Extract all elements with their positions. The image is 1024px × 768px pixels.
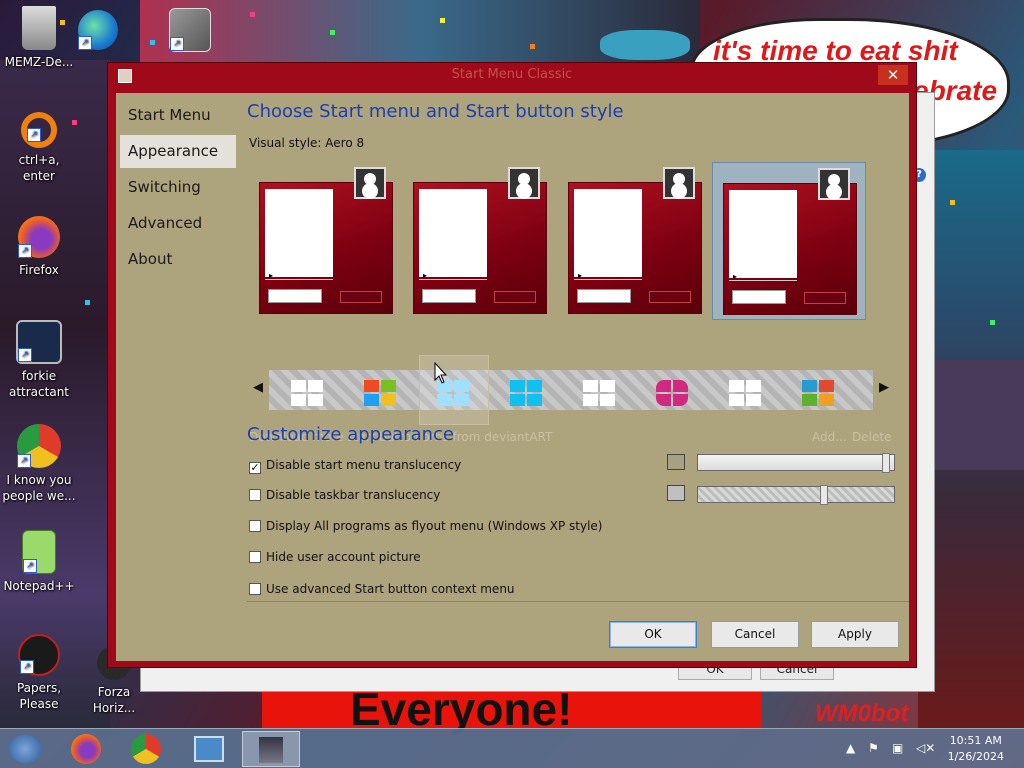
start-menu-color-swatch[interactable]	[667, 454, 685, 470]
desktop-icon-ctrl-a[interactable]: ↗ ctrl+a, enter	[2, 112, 76, 184]
style-heading: Choose Start menu and Start button style	[247, 101, 624, 122]
option-advanced-context-menu[interactable]: Use advanced Start button context menu	[249, 582, 515, 596]
taskbar-start-menu-settings[interactable]	[242, 731, 300, 767]
orb-win8-cyan-icon[interactable]	[510, 380, 544, 408]
start-menu-preview: ▸	[723, 168, 857, 315]
visual-style-row: Visual style: Aero 8	[249, 136, 365, 150]
option-flyout-all-programs[interactable]: Display All programs as flyout menu (Win…	[249, 519, 602, 533]
chrome-icon	[131, 734, 161, 764]
desktop-icon-edge[interactable]: ↗	[78, 10, 118, 54]
desktop-icon-chrome[interactable]: ↗ I know you people we...	[2, 424, 76, 504]
cancel-button[interactable]: Cancel	[711, 621, 799, 648]
taskbar-firefox[interactable]	[64, 731, 108, 767]
checkbox[interactable]	[249, 520, 261, 532]
nav-start-menu[interactable]: Start Menu	[120, 99, 236, 132]
orb-pink-icon[interactable]	[656, 380, 690, 408]
orb-win-color-icon[interactable]	[364, 380, 398, 408]
tray-expand-icon[interactable]: ▲	[846, 741, 855, 755]
checkbox[interactable]	[249, 551, 261, 563]
settings-nav: Start Menu Appearance Switching Advanced…	[120, 99, 236, 279]
desktop-icon-firefox[interactable]: ↗ Firefox	[2, 216, 76, 278]
orb-win-color2-icon[interactable]	[802, 380, 836, 408]
desktop-icon-notepadpp[interactable]: ↗ Notepad++	[2, 530, 76, 594]
start-menu-opacity-slider[interactable]	[697, 453, 895, 473]
option-disable-taskbar-translucency[interactable]: Disable taskbar translucency	[249, 488, 440, 502]
taskbar-clock[interactable]: 10:51 AM 1/26/2024	[948, 733, 1004, 765]
scroll-left-icon[interactable]: ◀	[253, 380, 263, 395]
desktop-icon-papers-please[interactable]: ↗ Papers, Please	[2, 634, 76, 712]
user-picture-icon	[354, 167, 386, 199]
checkbox[interactable]	[249, 489, 261, 501]
edge-icon: ↗	[78, 10, 118, 50]
start-button-strip	[269, 355, 873, 425]
checkbox[interactable]	[249, 583, 261, 595]
user-picture-icon	[508, 167, 540, 199]
user-picture-icon	[818, 168, 850, 200]
dialog-client: Start Menu Appearance Switching Advanced…	[116, 93, 909, 661]
add-orb-link[interactable]: Add...	[812, 430, 847, 444]
style-option-2[interactable]: ▸	[403, 162, 557, 320]
recycle-bin-icon	[22, 6, 56, 50]
customize-heading: Customize appearance	[247, 424, 454, 445]
taskbar: ▲ ⚑ ▣ ◁✕ 10:51 AM 1/26/2024	[0, 728, 1024, 768]
option-disable-start-translucency[interactable]: ✓ Disable start menu translucency	[249, 458, 461, 474]
chrome-icon: ↗	[17, 424, 61, 468]
orb-win8-white2-icon[interactable]	[583, 380, 617, 408]
start-menu-preview: ▸	[568, 167, 702, 314]
firefox-icon	[71, 734, 101, 764]
close-button[interactable]: ✕	[878, 65, 908, 85]
nav-switching[interactable]: Switching	[120, 171, 236, 204]
dialog-title: Start Menu Classic	[451, 67, 573, 82]
orb-win8-glow-icon[interactable]	[437, 380, 471, 408]
firefox-icon: ↗	[18, 216, 60, 258]
desktop-icon-memz[interactable]: MEMZ-De...	[2, 6, 76, 70]
taskbar-control-panel[interactable]	[180, 731, 238, 767]
start-menu-preview: ▸	[413, 167, 547, 314]
appearance-pane: Choose Start menu and Start button style…	[247, 93, 909, 661]
style-option-4[interactable]: ▸	[712, 162, 866, 320]
apply-button[interactable]: Apply	[811, 621, 899, 648]
orb-win8-white3-icon[interactable]	[729, 380, 763, 408]
gear-monitor-icon: ↗	[16, 320, 62, 364]
divider	[247, 601, 909, 602]
control-panel-icon	[194, 736, 224, 762]
volume-muted-icon[interactable]: ◁✕	[916, 741, 935, 755]
orb-win8-white-icon[interactable]	[291, 380, 325, 408]
close-icon: ✕	[886, 66, 900, 84]
settings-app-icon	[259, 737, 283, 763]
notepadpp-icon: ↗	[22, 530, 56, 574]
ok-button[interactable]: OK	[609, 621, 697, 648]
desktop-icon-forkie[interactable]: ↗ forkie attractant	[2, 320, 76, 400]
scroll-right-icon[interactable]: ▶	[879, 380, 889, 395]
taskbar-color-swatch[interactable]	[667, 485, 685, 501]
option-hide-user-picture[interactable]: Hide user account picture	[249, 550, 421, 564]
settings-dialog: Start Menu Classic ✕ Start Menu Appearan…	[107, 62, 917, 668]
wallpaper-banner: Everyone!	[262, 683, 762, 735]
delete-orb-link[interactable]: Delete	[852, 430, 891, 444]
desktop-icon-windows-stack[interactable]: ↗	[160, 8, 220, 56]
slider-thumb[interactable]	[820, 485, 828, 505]
slider-thumb[interactable]	[882, 453, 890, 473]
style-option-1[interactable]: ▸	[249, 162, 403, 320]
action-center-flag-icon[interactable]: ⚑	[868, 741, 879, 755]
user-picture-icon	[663, 167, 695, 199]
network-icon[interactable]: ▣	[892, 741, 903, 755]
visual-style-value: Aero 8	[325, 136, 365, 150]
style-option-3[interactable]: ▸	[558, 162, 712, 320]
ring-icon: ↗	[21, 112, 57, 148]
taskbar-opacity-slider[interactable]	[697, 485, 895, 505]
taskbar-chrome[interactable]	[124, 731, 168, 767]
nav-advanced[interactable]: Advanced	[120, 207, 236, 240]
start-button[interactable]	[8, 735, 42, 763]
watermark-text: WM0bot	[815, 700, 909, 727]
mouse-cursor-icon	[434, 362, 448, 384]
checkbox-checked[interactable]: ✓	[249, 462, 261, 474]
papers-please-icon: ↗	[18, 634, 60, 676]
stack-windows-icon: ↗	[169, 8, 211, 52]
nav-appearance[interactable]: Appearance	[120, 135, 236, 168]
start-menu-preview: ▸	[259, 167, 393, 314]
nav-about[interactable]: About	[120, 243, 236, 276]
